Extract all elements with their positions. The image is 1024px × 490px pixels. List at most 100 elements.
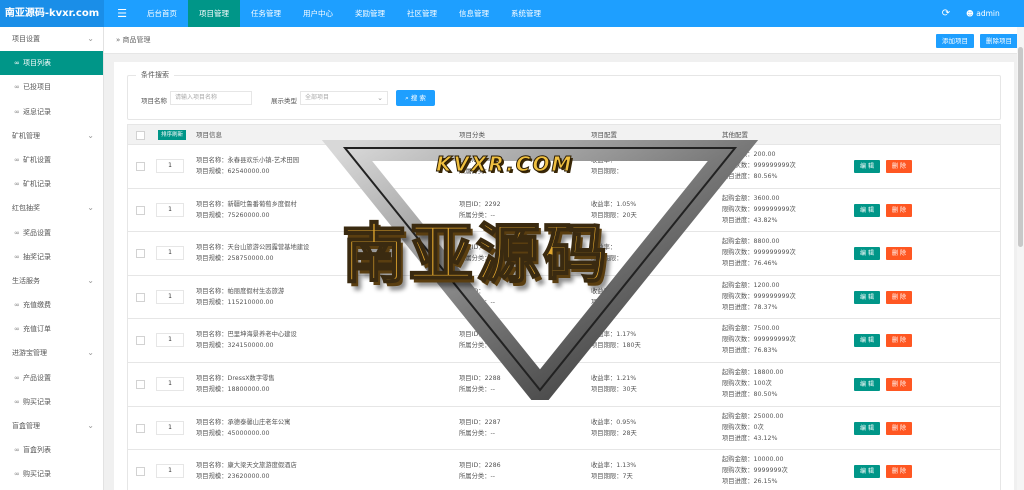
purchase-limit: 限购次数：999999999次 xyxy=(722,336,796,344)
sidebar-group[interactable]: 项目设置 ⌄ xyxy=(0,27,103,51)
sort-input[interactable]: 1 xyxy=(156,246,184,261)
nav-item[interactable]: 系统管理 xyxy=(500,0,552,27)
sidebar-item[interactable]: ∞ 项目列表 xyxy=(0,51,103,76)
top-navbar: 南亚源码-kvxr.com ☰ 后台首页 项目管理 任务管理 用户中心 奖励管理 社区管理… xyxy=(0,0,1024,27)
sidebar-label: 奖品设置 xyxy=(23,228,51,237)
sort-input[interactable]: 1 xyxy=(156,376,184,391)
edit-button[interactable]: 编 辑 xyxy=(854,334,880,348)
edit-button[interactable]: 编 辑 xyxy=(854,203,880,217)
sidebar-label: 红包抽奖 xyxy=(12,204,40,213)
row-checkbox[interactable] xyxy=(136,205,145,215)
nav-item[interactable]: 项目管理 xyxy=(188,0,240,27)
brand-logo[interactable]: 南亚源码-kvxr.com xyxy=(0,0,104,27)
sidebar-group[interactable]: 矿机管理 ⌄ xyxy=(0,124,103,148)
breadcrumb: » 商品管理 xyxy=(116,36,151,44)
project-name: 项目名称：帕丽度假村生态旅游 xyxy=(196,287,285,295)
edit-button[interactable]: 编 辑 xyxy=(854,421,880,435)
chevron-down-icon: ⌄ xyxy=(87,34,94,43)
row-checkbox[interactable] xyxy=(136,162,145,171)
chevron-down-icon: ⌄ xyxy=(87,275,94,285)
header-project-config: 项目配置 xyxy=(591,131,617,139)
display-type-label: 展示类型 xyxy=(271,97,297,105)
nav-item[interactable]: 奖励管理 xyxy=(344,0,396,27)
chevron-down-icon: ⌄ xyxy=(377,94,383,102)
sort-input[interactable]: 1 xyxy=(156,464,184,479)
delete-project-button[interactable]: 删除项目 xyxy=(980,34,1018,48)
sidebar-item[interactable]: ∞ 产品设置 xyxy=(0,366,103,390)
delete-button[interactable]: 删 除 xyxy=(886,421,912,435)
sidebar-item[interactable]: ∞ 抽奖记录 xyxy=(0,245,103,269)
sidebar-item[interactable]: ∞ 充值缴费 xyxy=(0,293,103,317)
scrollbar-thumb[interactable] xyxy=(1018,47,1023,247)
yield-rate: 收益率：1.21% xyxy=(591,374,637,382)
nav-item[interactable]: 社区管理 xyxy=(396,0,448,27)
delete-button[interactable]: 删 除 xyxy=(886,160,912,173)
nav-item[interactable]: 后台首页 xyxy=(136,0,188,27)
delete-button[interactable]: 删 除 xyxy=(886,203,912,217)
project-period: 项目期限： xyxy=(591,298,623,306)
refresh-icon[interactable]: ⟳ xyxy=(936,0,956,27)
link-icon: ∞ xyxy=(14,397,20,406)
sort-input[interactable]: 1 xyxy=(156,420,184,435)
nav-item[interactable]: 任务管理 xyxy=(240,0,292,27)
project-name-input[interactable]: 请输入项目名称 xyxy=(170,91,252,105)
edit-button[interactable]: 编 辑 xyxy=(854,290,880,304)
sidebar-item[interactable]: ∞ 盲盒列表 xyxy=(0,438,103,462)
min-amount: 起购金额：1200.00 xyxy=(722,281,780,289)
sort-input[interactable]: 1 xyxy=(156,159,184,173)
delete-button[interactable]: 删 除 xyxy=(886,247,912,261)
row-checkbox[interactable] xyxy=(136,336,145,346)
delete-button[interactable]: 删 除 xyxy=(886,334,912,348)
sidebar-group[interactable]: 生活服务 ⌄ xyxy=(0,269,103,293)
sidebar-item[interactable]: ∞ 返息记录 xyxy=(0,100,103,124)
search-button[interactable]: ⌕ 搜 索 xyxy=(396,90,435,106)
nav-item[interactable]: 用户中心 xyxy=(292,0,344,27)
edit-button[interactable]: 编 辑 xyxy=(854,160,880,173)
sidebar-item[interactable]: ∞ 充值订单 xyxy=(0,317,103,341)
edit-button[interactable]: 编 辑 xyxy=(854,465,880,479)
sidebar-label: 购买记录 xyxy=(23,397,51,406)
sidebar-item[interactable]: ∞ 矿机设置 xyxy=(0,148,103,172)
project-name: 项目名称：新疆吐鲁番葡萄乡度假村 xyxy=(196,200,297,208)
edit-button[interactable]: 编 辑 xyxy=(854,377,880,391)
menu-icon[interactable]: ☰ xyxy=(112,0,132,27)
row-checkbox[interactable] xyxy=(136,379,145,389)
delete-button[interactable]: 删 除 xyxy=(886,465,912,479)
display-type-select[interactable]: 全部项目 ⌄ xyxy=(300,91,388,105)
sidebar-label: 项目列表 xyxy=(23,59,51,68)
sidebar-group[interactable]: 红包抽奖 ⌄ xyxy=(0,196,103,220)
select-all-checkbox[interactable] xyxy=(136,131,145,140)
project-name: 项目名称：巴里坤海景养老中心建设 xyxy=(196,331,297,339)
edit-button[interactable]: 编 辑 xyxy=(854,247,880,261)
min-amount: 起购金额：25000.00 xyxy=(722,412,784,420)
sidebar-item[interactable]: ∞ 购买记录 xyxy=(0,462,103,486)
project-name: 项目名称：承德泰馨山庄老年公寓 xyxy=(196,418,291,426)
chevron-down-icon: ⌄ xyxy=(87,130,94,140)
delete-button[interactable]: 删 除 xyxy=(886,377,912,391)
yield-rate: 收益率：1.17% xyxy=(591,331,637,339)
sort-input[interactable]: 1 xyxy=(156,289,184,304)
delete-button[interactable]: 删 除 xyxy=(886,290,912,304)
sidebar-item[interactable]: ∞ 矿机记录 xyxy=(0,172,103,196)
project-name: 项目名称：永春县欢乐小镇-艺术田园 xyxy=(196,157,300,164)
table-body: 1 项目名称：永春县欢乐小镇-艺术田园 项目规模：62540000.00 项目ID： 所… xyxy=(127,145,1001,490)
row-checkbox[interactable] xyxy=(136,467,145,477)
sidebar-item[interactable]: ∞ 奖品设置 xyxy=(0,221,103,245)
nav-item[interactable]: 信息管理 xyxy=(448,0,500,27)
sort-input[interactable]: 1 xyxy=(156,202,184,217)
sidebar-item[interactable]: ∞ 购买记录 xyxy=(0,390,103,414)
sidebar-item[interactable]: ∞ 已投项目 xyxy=(0,75,103,99)
sort-input[interactable]: 1 xyxy=(156,333,184,348)
row-checkbox[interactable] xyxy=(136,249,145,259)
sidebar-label: 充值订单 xyxy=(23,325,51,334)
row-checkbox[interactable] xyxy=(136,423,145,433)
user-menu[interactable]: ☻ admin xyxy=(966,0,1000,27)
sort-refresh-button[interactable]: 排序刷新 xyxy=(158,130,187,140)
sidebar-group[interactable]: 进游宝管理 ⌄ xyxy=(0,341,103,365)
page-scrollbar[interactable] xyxy=(1017,27,1024,490)
row-checkbox[interactable] xyxy=(136,292,145,302)
watermark-text: 南亚源码 xyxy=(341,217,610,293)
sidebar-label: 进游宝管理 xyxy=(12,349,47,358)
sidebar-group[interactable]: 盲盒管理 ⌄ xyxy=(0,414,103,438)
add-project-button[interactable]: 添加项目 xyxy=(936,34,974,48)
